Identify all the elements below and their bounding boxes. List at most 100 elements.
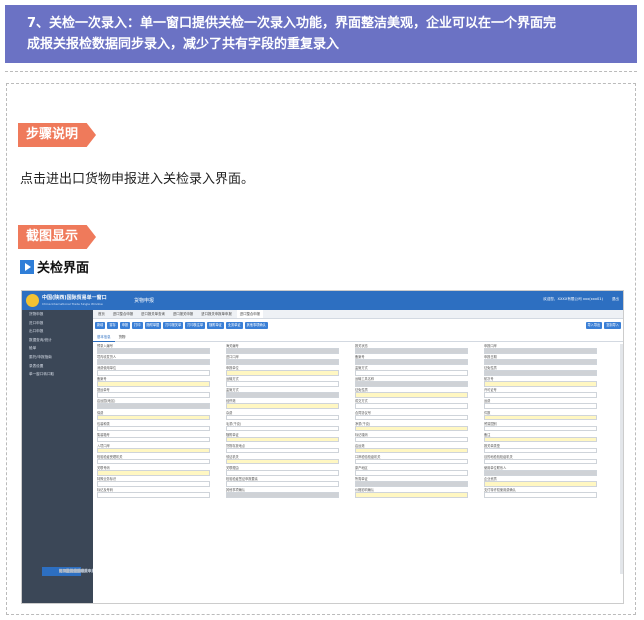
- field-input[interactable]: [355, 447, 468, 454]
- field-input[interactable]: [484, 359, 597, 365]
- field-input[interactable]: [97, 392, 210, 398]
- scrollbar[interactable]: [620, 344, 623, 574]
- field-input[interactable]: [97, 470, 210, 476]
- form-field: 运输方式: [226, 377, 339, 388]
- sidebar-item[interactable]: 舱单: [22, 344, 93, 353]
- field-input[interactable]: [355, 392, 468, 398]
- form-field: 特殊业务标识: [97, 477, 210, 488]
- field-input[interactable]: [484, 381, 597, 387]
- field-input[interactable]: [355, 370, 468, 376]
- toolbar-button[interactable]: 打印报关单: [163, 322, 184, 329]
- field-input[interactable]: [97, 370, 210, 376]
- field-input[interactable]: [484, 447, 597, 454]
- form-field: 征免性质: [484, 366, 597, 377]
- sidebar-item[interactable]: 单一窗口转口取: [22, 370, 93, 379]
- field-input[interactable]: [484, 392, 597, 398]
- sidebar-item[interactable]: 出口申报: [22, 327, 93, 336]
- field-input[interactable]: [226, 348, 339, 354]
- field-input[interactable]: [355, 436, 468, 443]
- field-input[interactable]: [226, 436, 339, 443]
- field-input[interactable]: [97, 458, 210, 465]
- field-input[interactable]: [355, 414, 468, 421]
- field-input[interactable]: [484, 348, 597, 354]
- play-icon: [20, 259, 34, 274]
- field-input[interactable]: [97, 425, 210, 432]
- field-input[interactable]: [226, 414, 339, 421]
- toolbar-button[interactable]: 暂存: [107, 322, 118, 329]
- field-input[interactable]: [97, 359, 210, 365]
- field-input[interactable]: [484, 470, 597, 476]
- tab-bar: 首页 进口整合申报 进口报关单查询 进口报关申报 进口报关申报单申报 进口整合申报: [93, 310, 623, 319]
- toolbar-button[interactable]: 打印: [132, 322, 143, 329]
- field-input[interactable]: [97, 348, 210, 354]
- field-input[interactable]: [355, 348, 468, 354]
- toolbar-button-right[interactable]: 复制导入: [604, 322, 621, 329]
- field-input[interactable]: [484, 414, 597, 421]
- toolbar-button[interactable]: 申报: [119, 322, 131, 329]
- field-input[interactable]: [97, 381, 210, 387]
- field-input[interactable]: [355, 381, 468, 387]
- form-row: 集装箱号 随附单证 标记唛码 备注: [97, 433, 613, 444]
- toolbar-button[interactable]: 业务单证: [225, 322, 243, 329]
- sidebar-item[interactable]: 录表设置: [22, 362, 93, 371]
- toolbar-button-right[interactable]: 导入导出: [585, 322, 603, 329]
- field-input[interactable]: [355, 403, 468, 409]
- toolbar-button[interactable]: 新增: [95, 322, 106, 329]
- field-input[interactable]: [355, 425, 468, 432]
- field-input[interactable]: [484, 492, 597, 498]
- field-input[interactable]: [226, 392, 339, 398]
- field-input[interactable]: [226, 425, 339, 432]
- field-input[interactable]: [355, 470, 468, 476]
- toolbar-button[interactable]: 随附单据: [144, 322, 162, 329]
- field-input[interactable]: [226, 481, 339, 487]
- field-input[interactable]: [226, 492, 339, 498]
- field-input[interactable]: [226, 470, 339, 476]
- field-input[interactable]: [484, 481, 597, 487]
- form-subtab[interactable]: 货物: [115, 334, 130, 341]
- field-input[interactable]: [484, 458, 597, 465]
- sidebar-item[interactable]: 数据查询/统计: [22, 336, 93, 345]
- tab-item[interactable]: 首页: [95, 310, 108, 318]
- field-input[interactable]: [226, 403, 339, 409]
- tab-item[interactable]: 进口报关单查询: [138, 310, 168, 318]
- field-input[interactable]: [97, 436, 210, 443]
- tab-item[interactable]: 进口报关申报单申报: [198, 310, 235, 318]
- field-input[interactable]: [97, 447, 210, 454]
- sidebar-item[interactable]: 委托/申报指南: [22, 353, 93, 362]
- field-input[interactable]: [226, 370, 339, 376]
- field-input[interactable]: [97, 403, 210, 409]
- form-field: 监管方式: [355, 366, 468, 377]
- form-row: 标记及号码 其他事项确认 价格影响确认 支付特许权使用费确认: [97, 488, 613, 499]
- field-input[interactable]: [484, 436, 597, 443]
- field-input[interactable]: [355, 481, 468, 487]
- form-field: 杂费: [226, 411, 339, 422]
- form-field: 关联号码: [97, 466, 210, 477]
- field-input[interactable]: [226, 381, 339, 387]
- toolbar-button[interactable]: 其他事项确认: [244, 322, 268, 329]
- field-input[interactable]: [97, 492, 210, 498]
- field-input[interactable]: [484, 370, 597, 376]
- field-input[interactable]: [484, 425, 597, 432]
- tab-item[interactable]: 进口整合申报: [110, 310, 136, 318]
- field-input[interactable]: [226, 458, 339, 465]
- tab-item[interactable]: 进口报关申报: [170, 310, 196, 318]
- logout-link[interactable]: 退出: [612, 297, 619, 302]
- field-input[interactable]: [226, 359, 339, 365]
- field-input[interactable]: [97, 414, 210, 421]
- field-input[interactable]: [484, 403, 597, 409]
- toolbar-button[interactable]: 打印核注单: [185, 322, 206, 329]
- tab-item[interactable]: 进口整合申报: [236, 310, 264, 318]
- field-input[interactable]: [226, 447, 339, 454]
- field-input[interactable]: [97, 481, 210, 487]
- form-field: 入境口岸: [97, 444, 210, 455]
- field-input[interactable]: [355, 458, 468, 465]
- field-input[interactable]: [355, 492, 468, 498]
- toolbar-button[interactable]: 随附单证: [207, 322, 224, 329]
- field-input[interactable]: [355, 359, 468, 365]
- form-row: 境内收发货人 进口口岸 备案号 申报日期: [97, 355, 613, 366]
- form-subtab[interactable]: 基本信息: [93, 334, 115, 342]
- form-field: 备案号: [97, 377, 210, 388]
- sidebar-item[interactable]: 进口转关提前报关申报: [42, 567, 95, 576]
- sidebar-item[interactable]: 货物申报: [22, 310, 93, 319]
- sidebar-item[interactable]: 进口申报: [22, 319, 93, 328]
